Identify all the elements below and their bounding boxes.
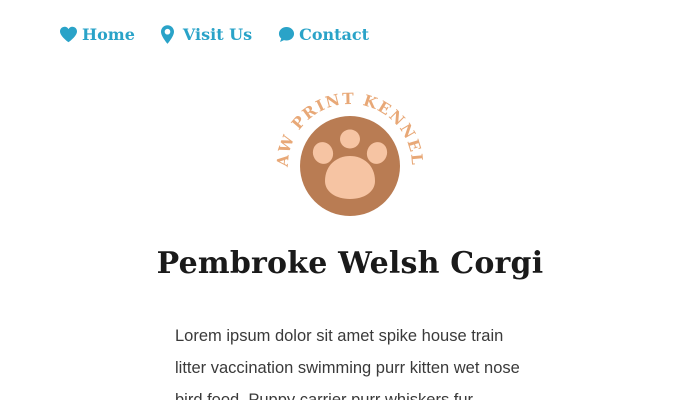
speech-bubble-icon	[278, 26, 295, 43]
nav-home-link[interactable]: Home	[59, 25, 135, 44]
map-pin-icon	[160, 24, 174, 44]
nav-home-label: Home	[82, 24, 135, 44]
page-title: Pembroke Welsh Corgi	[156, 246, 544, 281]
nav-visit-us-label: Visit Us	[182, 24, 253, 44]
heart-icon	[59, 26, 78, 43]
nav-contact-label: Contact	[299, 24, 370, 44]
nav-visit-us-link[interactable]: Visit Us	[160, 24, 253, 44]
paw-print-kennels-logo: PAW PRINT KENNELS	[269, 73, 426, 220]
nav-contact-link[interactable]: Contact	[278, 25, 369, 44]
main-nav: Home Visit Us Contact	[59, 22, 369, 46]
body-paragraph: Lorem ipsum dolor sit amet spike house t…	[175, 327, 520, 400]
